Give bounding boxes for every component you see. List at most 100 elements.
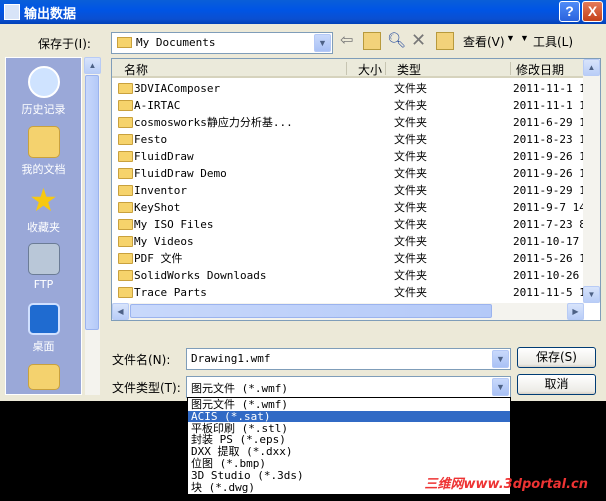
filetype-option[interactable]: 位图 (*.bmp) (188, 458, 510, 470)
file-name: FluidDraw (134, 150, 194, 163)
up-folder-icon[interactable] (363, 32, 381, 50)
filetype-label: 文件类型(T): (112, 381, 181, 395)
chevron-down-icon[interactable]: ▼ (492, 350, 509, 368)
delete-icon[interactable]: ✕ (411, 30, 429, 50)
close-button[interactable]: X (582, 1, 603, 22)
file-name: PDF 文件 (134, 252, 183, 265)
watermark: 三维网www.3dportal.cn (424, 477, 588, 492)
location-combo[interactable]: My Documents ▼ (111, 32, 333, 54)
folder-icon (118, 219, 133, 230)
window-title: 输出数据 (24, 7, 77, 22)
file-type: 文件夹 (394, 99, 427, 112)
folder-icon (118, 168, 133, 179)
file-date: 2011-9-26 1 (513, 167, 586, 180)
place-desktop[interactable]: 桌面 (6, 303, 81, 354)
save-button[interactable]: 保存(S) (517, 347, 596, 368)
file-type: 文件夹 (394, 184, 427, 197)
file-date: 2011-9-7 14 (513, 201, 586, 214)
file-row[interactable]: FluidDraw Demo 文件夹 2011-9-26 1 (112, 165, 586, 182)
file-type: 文件夹 (394, 82, 427, 95)
folder-icon (118, 270, 133, 281)
file-type: 文件夹 (394, 235, 427, 248)
file-row[interactable]: Festo 文件夹 2011-8-23 1 (112, 131, 586, 148)
tools-chevron-icon: ▼ (520, 33, 529, 43)
file-date: 2011-11-1 1 (513, 82, 586, 95)
folder-icon (118, 134, 133, 145)
file-row[interactable]: Inventor 文件夹 2011-9-29 1 (112, 182, 586, 199)
view-chevron-icon: ▼ (506, 33, 515, 43)
folder-icon (118, 236, 133, 247)
column-name[interactable]: 名称 (124, 61, 148, 78)
scroll-right-icon[interactable]: ▶ (567, 303, 584, 320)
back-icon[interactable]: ⇦ (340, 32, 358, 50)
place-history[interactable]: 历史记录 (6, 66, 81, 117)
filetype-option[interactable]: ACIS (*.sat) (188, 410, 510, 423)
file-type: 文件夹 (394, 201, 427, 214)
location-value: My Documents (136, 36, 216, 49)
file-name: My ISO Files (134, 218, 214, 231)
filetype-value: 图元文件 (*.wmf) (191, 382, 288, 395)
place-my-documents[interactable]: 我的文档 (6, 126, 81, 177)
file-date: 2011-7-23 8 (513, 218, 586, 231)
file-row[interactable]: PDF 文件 文件夹 2011-5-26 1 (112, 250, 586, 267)
new-folder-icon[interactable] (436, 32, 454, 50)
folder-icon (118, 83, 133, 94)
folder-icon (118, 151, 133, 162)
place-label: 历史记录 (21, 103, 66, 116)
chevron-down-icon[interactable]: ▼ (314, 34, 331, 52)
help-button[interactable]: ? (559, 1, 580, 22)
list-header: 名称 大小 类型 修改日期 (112, 59, 600, 78)
file-row[interactable]: FluidDraw 文件夹 2011-9-26 1 (112, 148, 586, 165)
file-name: 3DVIAComposer (134, 82, 221, 95)
file-row[interactable]: My Videos 文件夹 2011-10-17 (112, 233, 584, 250)
column-size[interactable]: 大小 (358, 61, 382, 78)
places-bar: 历史记录 我的文档 ★ 收藏夹 FTP 桌面 (5, 57, 82, 395)
file-date: 2011-10-26 (513, 269, 580, 282)
file-row[interactable]: KeyShot 文件夹 2011-9-7 14 (112, 199, 586, 216)
tools-menu[interactable]: 工具(L) (533, 33, 573, 50)
file-name: KeyShot (134, 201, 181, 214)
place-favorites[interactable]: ★ 收藏夹 (6, 184, 81, 235)
scroll-thumb[interactable] (130, 304, 492, 318)
scroll-left-icon[interactable]: ◀ (112, 303, 129, 320)
file-row[interactable]: SolidWorks Downloads 文件夹 2011-10-26 (112, 267, 584, 284)
column-modified[interactable]: 修改日期 (516, 61, 564, 78)
chevron-down-icon[interactable]: ▼ (492, 378, 509, 396)
file-row[interactable]: My ISO Files 文件夹 2011-7-23 8 (112, 216, 586, 233)
filename-input[interactable]: Drawing1.wmf ▼ (186, 348, 511, 370)
file-list[interactable]: 名称 大小 类型 修改日期 3DVIAComposer 文件夹 2011-11-1 … (111, 58, 601, 321)
folder-icon (117, 37, 132, 48)
scroll-down-icon[interactable]: ▼ (583, 286, 600, 303)
file-name: My Videos (134, 235, 194, 248)
file-name: SolidWorks Downloads (134, 269, 267, 282)
place-more[interactable] (6, 364, 81, 393)
file-row[interactable]: Trace Parts 文件夹 2011-11-5 1 (112, 284, 586, 301)
horizontal-scrollbar[interactable]: ◀ ▶ (112, 303, 584, 320)
places-scrollbar[interactable]: ▲ (84, 57, 101, 395)
history-icon (27, 66, 60, 98)
file-type: 文件夹 (394, 133, 427, 146)
file-name: Trace Parts (134, 286, 207, 299)
filetype-select[interactable]: 图元文件 (*.wmf) ▼ (186, 376, 511, 398)
place-label: 桌面 (32, 340, 55, 353)
scroll-up-icon[interactable]: ▲ (84, 57, 101, 74)
file-date: 2011-6-29 1 (513, 116, 586, 129)
search-icon[interactable]: 🔍︎ (387, 31, 406, 49)
scroll-thumb[interactable] (85, 75, 99, 330)
place-ftp[interactable]: FTP (6, 243, 81, 291)
file-row[interactable]: 3DVIAComposer 文件夹 2011-11-1 1 (112, 80, 586, 97)
vertical-scrollbar[interactable]: ▲ ▼ (583, 59, 600, 303)
view-menu[interactable]: 查看(V) (463, 33, 505, 50)
file-type: 文件夹 (394, 167, 427, 180)
cancel-button[interactable]: 取消 (517, 374, 596, 395)
file-row[interactable]: cosmosworks静应力分析基... 文件夹 2011-6-29 1 (112, 114, 586, 131)
file-name: A-IRTAC (134, 99, 181, 112)
favorites-icon: ★ (29, 181, 58, 219)
save-in-label: 保存于(I): (38, 37, 91, 51)
file-row[interactable]: A-IRTAC 文件夹 2011-11-1 1 (112, 97, 586, 114)
folder-icon (118, 185, 133, 196)
filetype-option[interactable]: 图元文件 (*.wmf) (188, 399, 510, 411)
column-type[interactable]: 类型 (397, 61, 421, 78)
scroll-up-icon[interactable]: ▲ (583, 59, 600, 76)
file-type: 文件夹 (394, 150, 427, 163)
